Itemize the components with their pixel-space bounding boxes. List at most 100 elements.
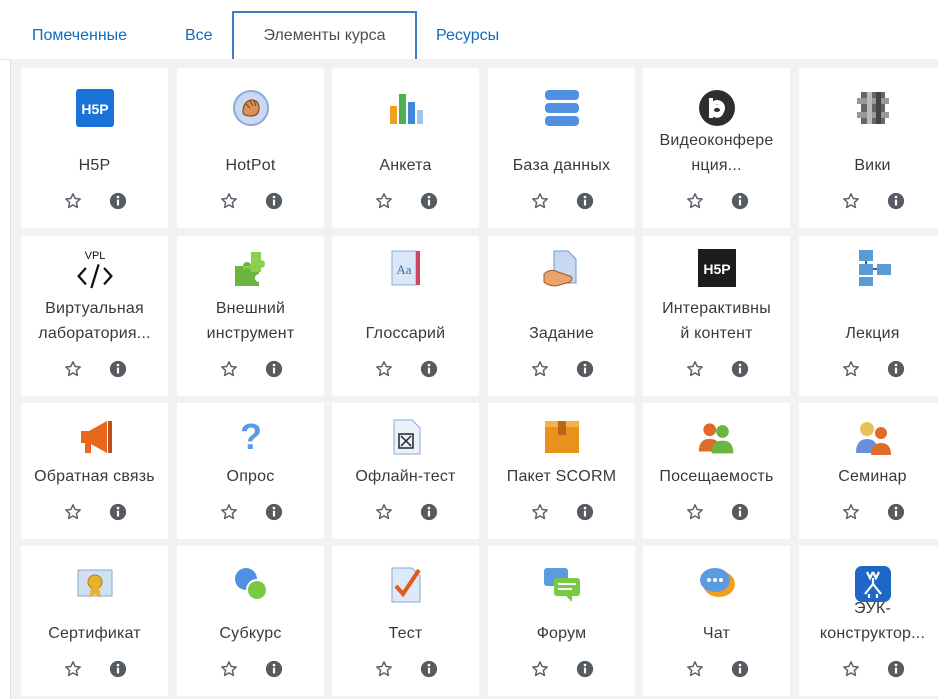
info-icon[interactable] (730, 191, 750, 211)
activity-subcourse[interactable]: Субкурс (177, 546, 324, 696)
star-icon[interactable] (374, 659, 394, 679)
activity-deer[interactable]: ЭУК-конструктор... (799, 546, 938, 696)
activity-title: Вики (799, 153, 938, 178)
activity-certificate[interactable]: Сертификат (21, 546, 168, 696)
info-icon[interactable] (264, 502, 284, 522)
info-icon[interactable] (886, 191, 906, 211)
star-icon[interactable] (63, 359, 83, 379)
activity-actions (177, 359, 324, 379)
tab-starred[interactable]: Помеченные (30, 14, 129, 58)
star-icon[interactable] (841, 502, 861, 522)
activity-h5p[interactable]: H5P H5P (21, 68, 168, 228)
info-icon[interactable] (730, 502, 750, 522)
info-icon[interactable] (886, 359, 906, 379)
info-icon[interactable] (575, 502, 595, 522)
star-icon[interactable] (685, 191, 705, 211)
lesson-icon (853, 248, 893, 288)
star-icon[interactable] (374, 191, 394, 211)
assignment-icon (542, 248, 582, 288)
activity-title-line: Лекция (845, 325, 900, 342)
activity-attendance[interactable]: Посещаемость (643, 403, 790, 539)
star-icon[interactable] (63, 659, 83, 679)
info-icon[interactable] (575, 191, 595, 211)
info-icon[interactable] (419, 359, 439, 379)
info-icon[interactable] (108, 191, 128, 211)
info-icon[interactable] (108, 659, 128, 679)
activity-actions (332, 502, 479, 522)
info-icon[interactable] (264, 659, 284, 679)
info-icon[interactable] (108, 502, 128, 522)
star-icon[interactable] (530, 659, 550, 679)
activity-glossary[interactable]: Aa Глоссарий (332, 236, 479, 396)
info-icon[interactable] (108, 359, 128, 379)
tab-activities[interactable]: Элементы курса (232, 11, 417, 60)
star-icon[interactable] (841, 191, 861, 211)
star-icon[interactable] (63, 191, 83, 211)
info-icon[interactable] (419, 502, 439, 522)
activity-megaphone[interactable]: Обратная связь (21, 403, 168, 539)
activity-bigbluebutton[interactable]: Видеоконфере нция... (643, 68, 790, 228)
star-icon[interactable] (374, 502, 394, 522)
activity-scorm[interactable]: Пакет SCORM (488, 403, 635, 539)
info-icon[interactable] (730, 659, 750, 679)
star-icon[interactable] (530, 191, 550, 211)
star-icon[interactable] (530, 359, 550, 379)
tab-resources[interactable]: Ресурсы (434, 14, 501, 58)
activity-actions (21, 502, 168, 522)
star-icon[interactable] (841, 359, 861, 379)
star-icon[interactable] (219, 191, 239, 211)
activity-hotpot[interactable]: HotPot (177, 68, 324, 228)
activity-title-line: нция... (691, 157, 742, 174)
activity-title-line: лаборатория... (38, 325, 151, 342)
star-icon[interactable] (219, 359, 239, 379)
activity-puzzle[interactable]: Внешний инструмент (177, 236, 324, 396)
activity-offline-quiz[interactable]: Офлайн-тест (332, 403, 479, 539)
activity-actions (488, 502, 635, 522)
activity-actions (799, 191, 938, 211)
subcourse-icon (231, 564, 271, 604)
star-icon[interactable] (685, 659, 705, 679)
info-icon[interactable] (264, 359, 284, 379)
tab-all[interactable]: Все (183, 14, 215, 58)
attendance-icon (697, 417, 737, 457)
info-icon[interactable] (886, 502, 906, 522)
chooser-tabs: Помеченные Все Элементы курса Ресурсы (0, 0, 938, 60)
star-icon[interactable] (685, 359, 705, 379)
activity-assignment[interactable]: Задание (488, 236, 635, 396)
info-icon[interactable] (419, 659, 439, 679)
activity-question[interactable]: ? Опрос (177, 403, 324, 539)
info-icon[interactable] (575, 359, 595, 379)
activity-title-line: Задание (529, 325, 594, 342)
info-icon[interactable] (419, 191, 439, 211)
activity-vpl[interactable]: VPL Виртуальная лаборатория... (21, 236, 168, 396)
workshop-icon (853, 417, 893, 457)
svg-text:H5P: H5P (81, 101, 108, 117)
activity-survey[interactable]: Анкета (332, 68, 479, 228)
star-icon[interactable] (374, 359, 394, 379)
info-icon[interactable] (575, 659, 595, 679)
star-icon[interactable] (530, 502, 550, 522)
activity-grid: H5P H5P HotPot Анкета База данных Видеоконфер… (10, 59, 938, 699)
info-icon[interactable] (264, 191, 284, 211)
activity-title-line: HotPot (225, 157, 276, 174)
activity-actions (643, 359, 790, 379)
activity-workshop[interactable]: Семинар (799, 403, 938, 539)
star-icon[interactable] (219, 502, 239, 522)
activity-database[interactable]: База данных (488, 68, 635, 228)
star-icon[interactable] (685, 502, 705, 522)
star-icon[interactable] (219, 659, 239, 679)
activity-title-line: Анкета (379, 157, 432, 174)
star-icon[interactable] (841, 659, 861, 679)
activity-forum[interactable]: Форум (488, 546, 635, 696)
activity-h5p-dark[interactable]: H5P Интерактивны й контент (643, 236, 790, 396)
info-icon[interactable] (886, 659, 906, 679)
activity-actions (332, 359, 479, 379)
activity-wiki[interactable]: Вики (799, 68, 938, 228)
info-icon[interactable] (730, 359, 750, 379)
activity-lesson[interactable]: Лекция (799, 236, 938, 396)
activity-title-line: Обратная связь (34, 468, 155, 485)
activity-chat[interactable]: Чат (643, 546, 790, 696)
h5p-icon: H5P (75, 88, 115, 128)
activity-quiz[interactable]: Тест (332, 546, 479, 696)
star-icon[interactable] (63, 502, 83, 522)
